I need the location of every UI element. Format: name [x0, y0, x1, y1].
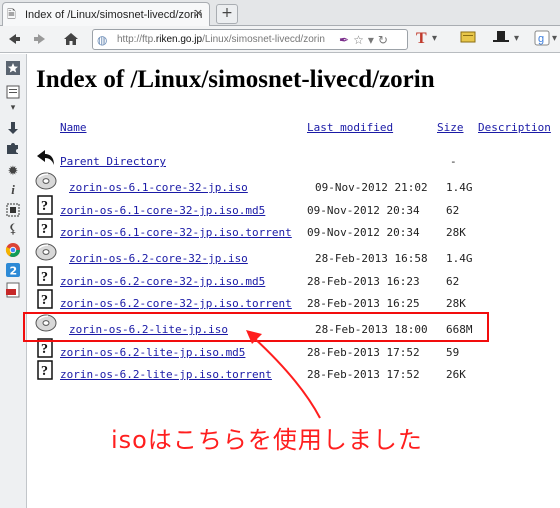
svg-text:?: ?: [41, 270, 48, 285]
file-date: 28-Feb-2013 16:23: [307, 275, 420, 288]
svg-text:?: ?: [41, 293, 48, 308]
page-title: Index of /Linux/simosnet-livecd/zorin: [36, 66, 435, 93]
file-date: 09-Nov-2012 21:02: [315, 181, 428, 194]
download-arrow-icon[interactable]: [5, 120, 21, 136]
back-arrow-icon: [35, 148, 57, 168]
svg-text:2: 2: [10, 265, 18, 278]
feather-icon[interactable]: ✒: [339, 33, 349, 47]
puzzle-addon-icon[interactable]: [5, 140, 21, 156]
google-search-icon[interactable]: g: [534, 30, 552, 48]
file-link[interactable]: zorin-os-6.1-core-32-jp.iso.md5: [60, 204, 265, 217]
bookmarks-star-icon[interactable]: [5, 60, 21, 76]
history-icon[interactable]: [5, 84, 21, 100]
file-link-parent-directory[interactable]: Parent Directory: [60, 155, 166, 168]
notepad-icon[interactable]: [460, 30, 476, 48]
address-bar[interactable]: ◍ http://ftp.riken.go.jp/Linux/simosnet-…: [92, 29, 408, 50]
globe-icon: ◍: [97, 32, 108, 47]
annotation-text: isoはこちらを使用しました: [111, 426, 423, 454]
sidebar-dropdown-icon[interactable]: ▾: [5, 100, 21, 116]
file-size: 62: [446, 204, 460, 217]
cd-icon: [35, 171, 57, 191]
column-header-size[interactable]: Size: [437, 121, 464, 134]
file-size: 28K: [446, 226, 466, 239]
tools-icon[interactable]: ⚸: [5, 222, 21, 238]
column-header-last-modified[interactable]: Last modified: [307, 121, 393, 134]
file-link[interactable]: zorin-os-6.2-core-32-jp.iso.md5: [60, 275, 265, 288]
file-link[interactable]: zorin-os-6.1-core-32-jp.iso.torrent: [60, 226, 292, 239]
hat-dropdown-icon[interactable]: ▾: [514, 30, 519, 48]
svg-text:?: ?: [41, 364, 48, 379]
file-link[interactable]: zorin-os-6.2-lite-jp.iso.md5: [60, 346, 245, 359]
file-size: 26K: [446, 368, 466, 381]
page-favicon-icon: 🗎: [7, 7, 16, 21]
dropdown-arrow-icon[interactable]: ▾: [368, 33, 374, 47]
unknown-file-icon: ?: [35, 266, 57, 286]
hat-icon[interactable]: [492, 30, 510, 48]
back-arrow-icon: [9, 34, 20, 44]
reload-icon[interactable]: ↻: [378, 33, 388, 47]
svg-text:?: ?: [41, 199, 48, 214]
svg-text:g: g: [538, 33, 544, 45]
file-link[interactable]: zorin-os-6.2-core-32-jp.iso: [69, 252, 248, 265]
column-header-description[interactable]: Description: [478, 121, 551, 134]
file-date: 28-Feb-2013 17:52: [307, 346, 420, 359]
chrome-icon[interactable]: [5, 242, 21, 258]
search-dropdown-icon[interactable]: ▾: [552, 30, 557, 48]
file-size: -: [450, 155, 457, 168]
column-header-name[interactable]: Name: [60, 121, 87, 134]
info-icon[interactable]: i: [5, 182, 21, 198]
file-size: 59: [446, 346, 460, 359]
cd-icon: [35, 242, 57, 262]
unknown-file-icon: ?: [35, 195, 57, 215]
bookmark-star-icon[interactable]: ☆: [353, 33, 364, 47]
new-tab-button[interactable]: +: [216, 4, 238, 24]
home-button[interactable]: [62, 30, 80, 48]
file-size: 1.4G: [446, 252, 473, 265]
tab-close-icon[interactable]: ✕: [194, 7, 203, 20]
back-button[interactable]: [4, 30, 22, 48]
unknown-file-icon: ?: [35, 289, 57, 309]
file-date: 28-Feb-2013 16:58: [315, 252, 428, 265]
svg-text:?: ?: [41, 222, 48, 237]
forward-button[interactable]: [32, 30, 50, 48]
screenshot-icon[interactable]: [5, 202, 21, 218]
file-link[interactable]: zorin-os-6.2-core-32-jp.iso.torrent: [60, 297, 292, 310]
file-link[interactable]: zorin-os-6.1-core-32-jp.iso: [69, 181, 248, 194]
navigation-toolbar: ◍ http://ftp.riken.go.jp/Linux/simosnet-…: [0, 26, 560, 53]
file-date: 09-Nov-2012 20:34: [307, 226, 420, 239]
annotation-highlight-box: [23, 312, 489, 342]
file-link[interactable]: zorin-os-6.2-lite-jp.iso.torrent: [60, 368, 272, 381]
tab-active[interactable]: 🗎 Index of /Linux/simosnet-livecd/zorin …: [2, 2, 210, 26]
t-addon-dropdown-icon[interactable]: ▾: [432, 30, 437, 48]
unknown-file-icon: ?: [35, 218, 57, 238]
pdf-icon[interactable]: [5, 282, 21, 298]
sidebar: ▾ ✹ i ⚸ 2: [0, 54, 27, 508]
file-size: 62: [446, 275, 460, 288]
file-date: 28-Feb-2013 16:25: [307, 297, 420, 310]
file-size: 28K: [446, 297, 466, 310]
tab-strip: 🗎 Index of /Linux/simosnet-livecd/zorin …: [0, 0, 560, 26]
home-icon: [64, 33, 78, 45]
file-date: 28-Feb-2013 17:52: [307, 368, 420, 381]
svg-text:?: ?: [41, 342, 48, 357]
file-size: 1.4G: [446, 181, 473, 194]
forward-arrow-icon: [34, 34, 45, 44]
t-addon-icon[interactable]: T: [416, 30, 427, 48]
tab-title: Index of /Linux/simosnet-livecd/zorin: [25, 8, 203, 21]
unknown-file-icon: ?: [35, 360, 57, 380]
gear-icon[interactable]: ✹: [5, 164, 21, 180]
number-two-icon[interactable]: 2: [5, 262, 21, 278]
url-text[interactable]: http://ftp.riken.go.jp/Linux/simosnet-li…: [117, 34, 335, 45]
file-date: 09-Nov-2012 20:34: [307, 204, 420, 217]
